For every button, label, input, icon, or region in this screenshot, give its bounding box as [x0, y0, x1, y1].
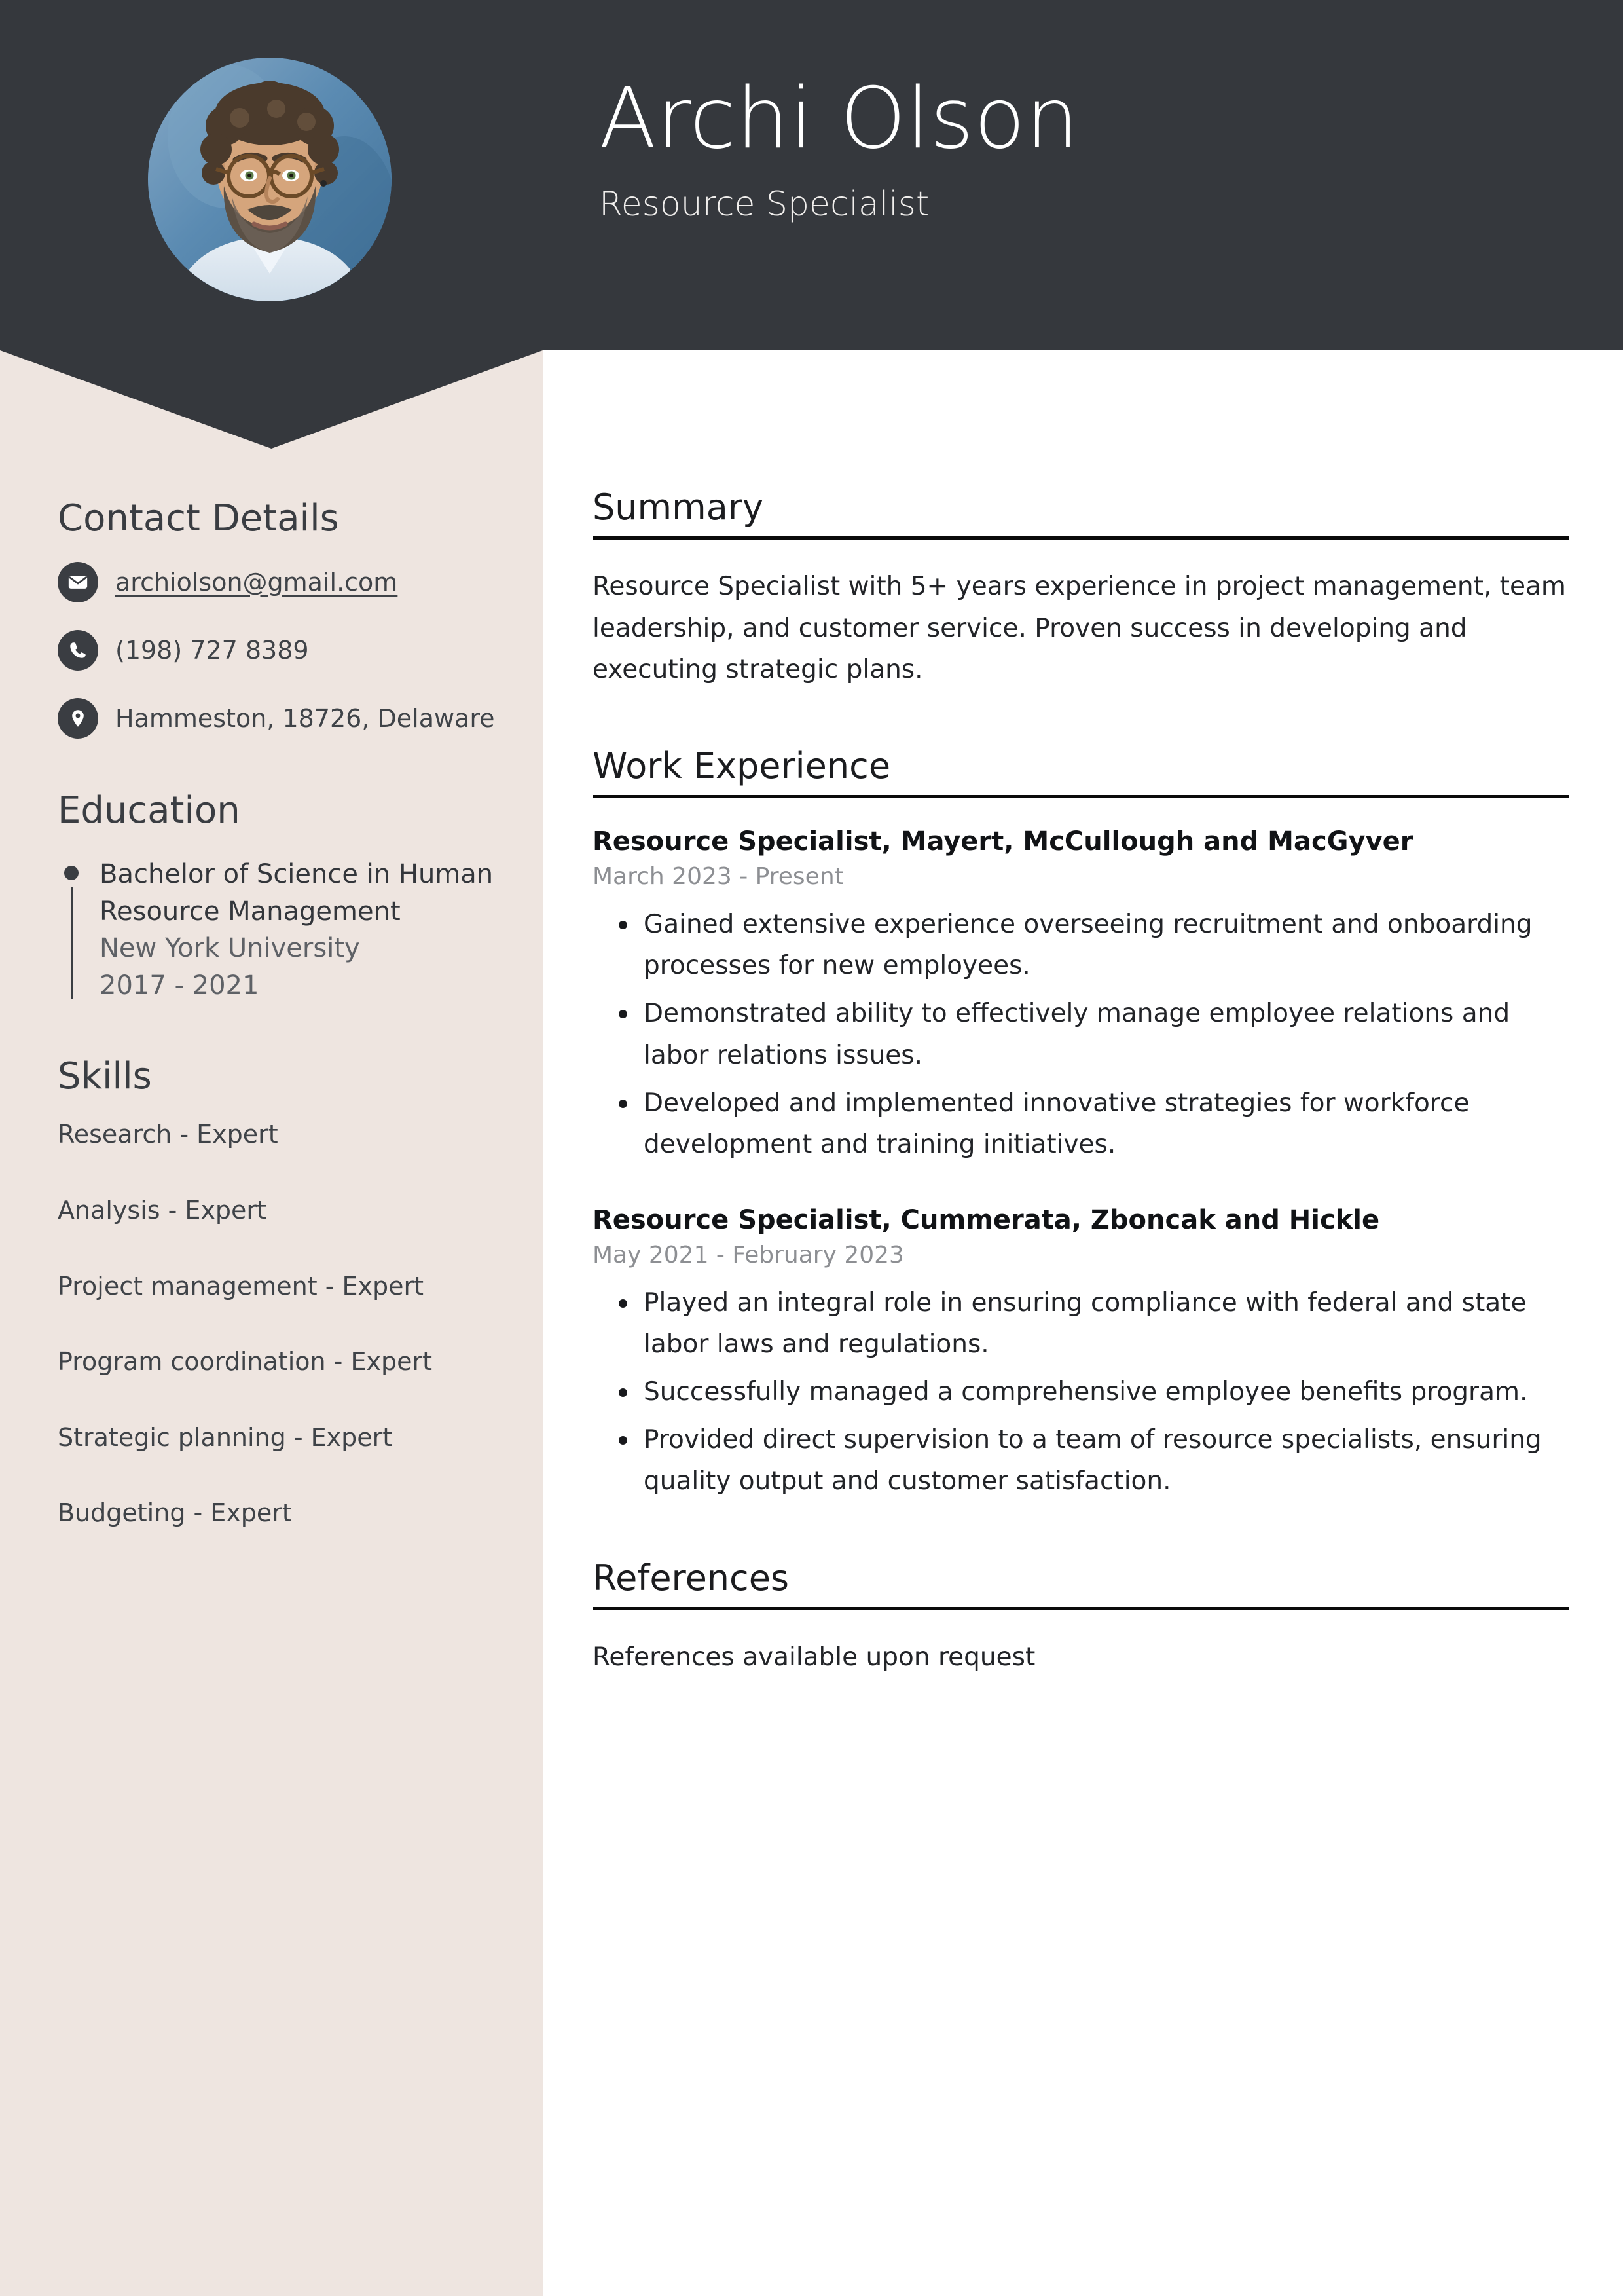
education-school: New York University [100, 933, 360, 964]
education-degree: Bachelor of Science in Human Resource Ma… [100, 859, 494, 927]
job-entry: Resource Specialist, Mayert, McCullough … [593, 824, 1569, 1165]
job-bullet: Played an integral role in ensuring comp… [593, 1282, 1569, 1365]
summary-section: Summary Resource Specialist with 5+ year… [593, 487, 1569, 690]
envelope-icon [58, 562, 98, 603]
summary-text: Resource Specialist with 5+ years experi… [593, 572, 1566, 684]
education-heading: Education [58, 789, 240, 832]
skill-item: Budgeting - Expert [58, 1498, 292, 1528]
job-bullet-list: Gained extensive experience overseeing r… [593, 904, 1569, 1165]
job-title-company: Resource Specialist, Cummerata, Zboncak … [593, 1205, 1380, 1236]
work-experience-divider [593, 795, 1569, 799]
job-dates: March 2023 - Present [593, 863, 844, 891]
contact-details-heading: Contact Details [58, 497, 339, 540]
contact-item-email[interactable]: archiolson@gmail.com [58, 562, 516, 603]
skill-item: Analysis - Expert [58, 1195, 266, 1225]
education-block: Education Bachelor of Science in Human R… [58, 789, 516, 1005]
job-bullet: Successfully managed a comprehensive emp… [593, 1371, 1569, 1413]
main-column: Summary Resource Specialist with 5+ year… [593, 487, 1569, 1678]
summary-divider [593, 536, 1569, 540]
location-pin-icon [58, 698, 98, 739]
job-bullet: Provided direct supervision to a team of… [593, 1419, 1569, 1502]
job-bullet: Demonstrated ability to effectively mana… [593, 993, 1569, 1075]
job-title-company: Resource Specialist, Mayert, McCullough … [593, 826, 1413, 857]
references-divider [593, 1607, 1569, 1610]
skill-item: Project management - Expert [58, 1271, 424, 1301]
job-bullet-list: Played an integral role in ensuring comp… [593, 1282, 1569, 1502]
summary-heading: Summary [593, 487, 763, 528]
contact-item-location: Hammeston, 18726, Delaware [58, 698, 516, 739]
job-dates: May 2021 - February 2023 [593, 1242, 904, 1269]
skill-item: Program coordination - Expert [58, 1347, 432, 1377]
candidate-job-title: Resource Specialist [599, 185, 930, 225]
skill-item: Strategic planning - Expert [58, 1422, 393, 1452]
contact-email-value[interactable]: archiolson@gmail.com [115, 567, 397, 599]
contact-phone-value: (198) 727 8389 [115, 635, 309, 665]
education-item: Bachelor of Science in Human Resource Ma… [58, 855, 516, 1005]
job-bullet: Gained extensive experience overseeing r… [593, 904, 1569, 986]
work-experience-section: Work Experience Resource Specialist, May… [593, 745, 1569, 1502]
education-timeline-line [71, 887, 73, 999]
education-dates: 2017 - 2021 [100, 971, 259, 1001]
work-experience-heading: Work Experience [593, 745, 891, 787]
contact-item-phone[interactable]: (198) 727 8389 [58, 630, 516, 671]
education-bullet-icon [64, 865, 79, 880]
references-text: References available upon request [593, 1642, 1036, 1672]
references-section: References References available upon req… [593, 1557, 1569, 1678]
sidebar: Contact Details archiolson@gmail.com (19… [58, 497, 516, 1528]
job-bullet: Developed and implemented innovative str… [593, 1083, 1569, 1165]
references-heading: References [593, 1557, 790, 1599]
resume-page: Archi Olson Resource Specialist Contact … [0, 0, 1623, 2296]
job-entry: Resource Specialist, Cummerata, Zboncak … [593, 1203, 1569, 1502]
contact-location-value: Hammeston, 18726, Delaware [115, 703, 495, 733]
skills-block: Skills Research - Expert Analysis - Expe… [58, 1054, 516, 1528]
phone-icon [58, 630, 98, 671]
contact-list: archiolson@gmail.com (198) 727 8389 Hamm… [58, 562, 516, 739]
skill-item: Research - Expert [58, 1120, 278, 1149]
skills-heading: Skills [58, 1054, 152, 1098]
candidate-name: Archi Olson [599, 70, 1080, 168]
avatar [148, 58, 392, 301]
header-text: Archi Olson Resource Specialist [599, 72, 1581, 225]
